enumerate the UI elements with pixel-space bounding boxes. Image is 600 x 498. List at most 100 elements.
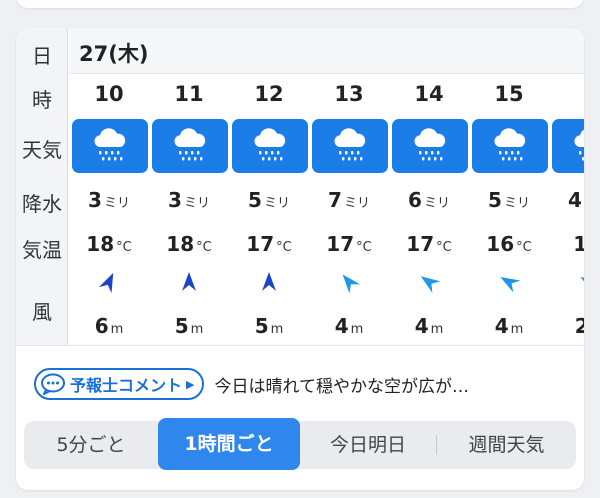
rain-cloud-icon [312,119,388,173]
label-weather: 天気 [22,138,62,162]
wind-speed-unit: m [350,322,364,337]
temp-value: 18 °C [69,232,149,256]
temp-amount: 17 [326,232,355,256]
hour-label: 11 [174,82,204,106]
temp-value: 16 °C [469,232,549,256]
temp-amount: 18 [166,232,195,256]
wind-speed-amount: 4 [334,314,349,338]
hour-column: 14 6 ミリ 17 °C 4m [389,74,469,345]
temp-unit: °C [516,240,532,255]
wind-speed-value: 6m [69,314,149,338]
hour-label: 13 [334,82,364,106]
wind-speed-value: 4m [309,314,389,338]
temp-value: 1°C [549,232,584,256]
wind-arrow-icon [182,272,196,291]
hour-column: 13 7 ミリ 17 °C 4m [309,74,389,345]
label-precip: 降水 [22,192,62,216]
wind-speed-unit: m [190,322,204,337]
precip-value: 7 ミリ [309,188,389,212]
wind-arrow-icon [342,274,361,294]
precip-value: 6 ミリ [389,188,469,212]
temp-amount: 16 [486,232,515,256]
forecast-grid[interactable]: 27(木) 10 3 ミリ 18 °C 6m 11 3 ミリ 18 °C 5m 12 5… [69,28,584,345]
temp-value: 17 °C [229,232,309,256]
label-temp: 気温 [22,238,62,262]
rain-cloud-icon [152,119,228,173]
label-hour: 時 [32,88,52,112]
temp-amount: 17 [246,232,275,256]
wind-speed-value: 4m [389,314,469,338]
wind-speed-unit: m [510,322,524,337]
rain-cloud-icon [472,119,548,173]
label-wind: 風 [32,300,52,324]
hour-label: 1 [549,82,584,106]
wind-speed-value: 5m [229,314,309,338]
divider [16,345,584,346]
wind-speed-amount: 6 [94,314,109,338]
tab-hourly[interactable]: 1時間ごと [158,418,300,470]
temp-value: 17 °C [309,232,389,256]
precip-amount: 6 [408,188,422,212]
hour-label: 10 [94,82,124,106]
hour-label: 12 [254,82,284,106]
chevron-right-icon: ▶ [186,377,195,391]
precip-value: 3 ミリ [69,188,149,212]
temp-amount: 17 [406,232,435,256]
rain-cloud-icon [552,119,584,173]
date-row: 27(木) [69,28,584,74]
wind-speed-amount: 4 [414,314,429,338]
chat-bubble-icon [41,373,65,395]
precip-unit: ミリ [263,196,290,211]
temp-unit: °C [196,240,212,255]
wind-speed-unit: m [270,322,284,337]
precip-value: 5 ミリ [469,188,549,212]
wind-speed-unit: m [110,322,124,337]
tab-5min[interactable]: 5分ごと [24,421,158,469]
precip-unit: ミリ [503,196,530,211]
wind-speed-amount: 2 [574,314,584,338]
label-day: 日 [32,44,52,68]
hour-column: 1 4ミリ 1°C 2m [549,74,584,345]
hour-label: 14 [414,82,444,106]
temp-unit: °C [436,240,452,255]
precip-value: 3 ミリ [149,188,229,212]
comment-text[interactable]: 今日は晴れて穏やかな空が広が… [214,372,469,397]
temp-amount: 18 [86,232,115,256]
temp-unit: °C [356,240,372,255]
temp-unit: °C [276,240,292,255]
wind-speed-unit: m [430,322,444,337]
hour-label: 15 [494,82,524,106]
precip-unit: ミリ [103,196,130,211]
temp-value: 18 °C [149,232,229,256]
wind-arrow-icon [262,272,276,291]
hour-column: 12 5 ミリ 17 °C 5m [229,74,309,345]
precip-value: 5 ミリ [229,188,309,212]
precip-unit: ミリ [343,196,370,211]
forecaster-comment-label: 予報士コメント [70,376,183,395]
precip-amount: 5 [488,188,502,212]
wind-arrow-icon [500,277,521,293]
tab-weekly[interactable]: 週間天気 [437,421,576,469]
wind-speed-value: 4m [469,314,549,338]
row-labels: 日 時 天気 降水 気温 風 [16,28,68,345]
wind-arrow-icon [420,276,441,293]
hourly-forecast-card: 日 時 天気 降水 気温 風 27(木) 10 3 ミリ 18 °C 6m 11 3… [16,28,584,490]
precip-amount: 4 [568,188,582,212]
wind-arrow-icon [580,277,584,293]
hour-column: 10 3 ミリ 18 °C 6m [69,74,149,345]
precip-amount: 7 [328,188,342,212]
wind-arrow-icon [98,272,114,294]
forecaster-comment: 予報士コメント ▶ 今日は晴れて穏やかな空が広が… [34,368,469,400]
precip-amount: 3 [168,188,182,212]
temp-value: 17 °C [389,232,469,256]
temp-amount: 1 [573,232,584,256]
precip-unit: ミリ [423,196,450,211]
forecaster-comment-button[interactable]: 予報士コメント ▶ [34,368,205,400]
tab-today-tomorrow[interactable]: 今日明日 [300,421,436,469]
hour-column: 15 5 ミリ 16 °C 4m [469,74,549,345]
wind-speed-amount: 5 [174,314,189,338]
wind-speed-value: 5m [149,314,229,338]
rain-cloud-icon [392,119,468,173]
rain-cloud-icon [232,119,308,173]
rain-cloud-icon [72,119,148,173]
